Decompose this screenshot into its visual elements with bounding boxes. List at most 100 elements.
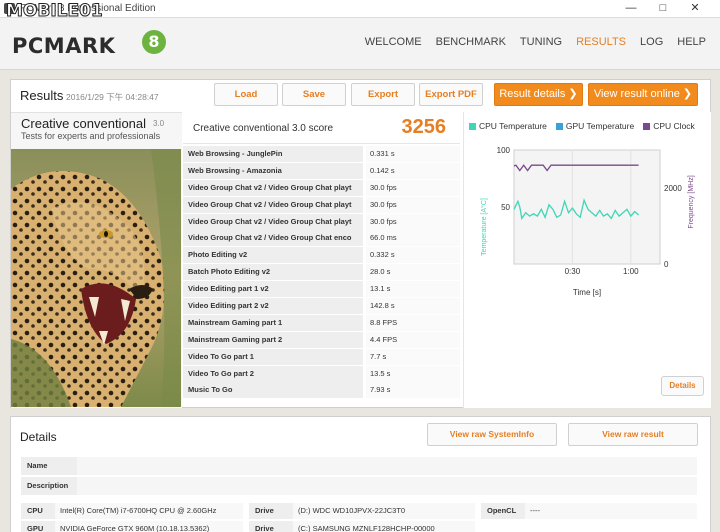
nav-help[interactable]: HELP — [677, 36, 706, 48]
test-value: 8.8 FPS — [366, 314, 460, 331]
logo-badge: 8 — [142, 30, 166, 54]
nav-log[interactable]: LOG — [640, 36, 663, 48]
result-details-button[interactable]: Result details ❯ — [494, 83, 583, 106]
test-value: 7.7 s — [366, 348, 460, 365]
leopard-image — [11, 149, 181, 407]
score-row: Creative conventional 3.0 score 3256 — [183, 112, 460, 144]
nav-welcome[interactable]: WELCOME — [365, 36, 422, 48]
legend-swatch — [469, 122, 476, 130]
minimize-button[interactable]: — — [620, 1, 642, 16]
opencl-label: OpenCL — [481, 503, 525, 519]
export-pdf-button[interactable]: Export PDF — [419, 83, 483, 106]
table-row: Batch Photo Editing v2 28.0 s — [183, 264, 460, 282]
y-axis-left-label: Temperature [A°C] — [480, 198, 488, 256]
monitoring-chart: Temperature [A°C] Frequency [MHz] Time [… — [480, 146, 695, 297]
legend-item[interactable]: CPU Clock — [643, 121, 695, 131]
load-button[interactable]: Load — [214, 83, 278, 106]
app-header: PCMARK 8 WELCOME BENCHMARK TUNING RESULT… — [0, 18, 720, 70]
test-value: 13.1 s — [366, 281, 460, 298]
view-online-button[interactable]: View result online ❯ — [588, 83, 698, 106]
legend-swatch — [643, 122, 651, 130]
nav-tuning[interactable]: TUNING — [520, 36, 562, 48]
chart-details-button[interactable]: Details — [661, 376, 704, 396]
table-row: Video Editing part 2 v2 142.8 s — [183, 298, 460, 315]
table-row: Video Editing part 1 v2 13.1 s — [183, 281, 460, 299]
description-field[interactable] — [77, 477, 697, 495]
legend-item[interactable]: CPU Temperature — [469, 121, 547, 131]
legend-swatch — [555, 122, 563, 130]
results-title: Results — [20, 88, 64, 103]
test-value: 0.332 s — [366, 247, 460, 264]
export-button[interactable]: Export — [351, 83, 415, 106]
x-axis-label: Time [s] — [573, 288, 601, 297]
table-row: Photo Editing v2 0.332 s — [183, 247, 460, 265]
table-row: Video Group Chat v2 / Video Group Chat p… — [183, 196, 460, 214]
test-value: 13.5 s — [366, 365, 460, 382]
gpu-value: NVIDIA GeForce GTX 960M (10.18.13.5362) — [55, 521, 243, 532]
test-value: 30.0 fps — [366, 196, 460, 213]
y-axis-right-label: Frequency [MHz] — [688, 175, 695, 228]
test-name: Mainstream Gaming part 2 — [183, 331, 363, 348]
legend-label: CPU Clock — [653, 121, 695, 131]
x-tick-label: 1:00 — [623, 267, 639, 276]
test-value: 0.331 s — [366, 146, 460, 162]
nav-results[interactable]: RESULTS — [576, 36, 626, 48]
drive-label: Drive — [249, 521, 293, 532]
results-panel: Results 2016/1/29 下午 04:28:47 Load Save … — [10, 79, 711, 408]
chart-legend: CPU Temperature GPU Temperature CPU Cloc… — [469, 121, 695, 131]
cpu-value: Intel(R) Core(TM) i7-6700HQ CPU @ 2.60GH… — [55, 503, 243, 519]
app-logo: PCMARK — [12, 34, 116, 58]
save-button[interactable]: Save — [282, 83, 346, 106]
table-row: Web Browsing - JunglePin 0.331 s — [183, 146, 460, 163]
view-systeminfo-button[interactable]: View raw SystemInfo — [427, 423, 557, 446]
drive-value: (D:) WDC WD10JPVX-22JC3T0 — [293, 503, 475, 519]
test-value: 4.4 FPS — [366, 331, 460, 348]
test-name: Video Editing part 1 v2 — [183, 281, 363, 298]
test-name: Video To Go part 2 — [183, 365, 363, 382]
preset-card: Creative conventional 3.0 Tests for expe… — [11, 112, 182, 408]
test-name: Video Group Chat v2 / Video Group Chat p… — [183, 213, 363, 230]
table-row: Video Group Chat v2 / Video Group Chat p… — [183, 179, 460, 197]
nav-benchmark[interactable]: BENCHMARK — [436, 36, 506, 48]
name-field[interactable] — [77, 457, 697, 475]
test-name: Video Group Chat v2 / Video Group Chat p… — [183, 196, 363, 213]
results-date: 2016/1/29 下午 04:28:47 — [66, 92, 159, 102]
test-name: Web Browsing - JunglePin — [183, 146, 363, 162]
legend-item[interactable]: GPU Temperature — [555, 121, 634, 131]
details-title: Details — [20, 430, 57, 444]
name-label: Name — [21, 457, 77, 475]
test-value: 30.0 fps — [366, 179, 460, 196]
table-row: Video Group Chat v2 / Video Group Chat p… — [183, 213, 460, 231]
maximize-button[interactable]: □ — [652, 1, 674, 16]
test-value: 142.8 s — [366, 298, 460, 315]
test-name: Photo Editing v2 — [183, 247, 363, 264]
y-left-tick-label: 50 — [501, 203, 510, 212]
drive-value: (C:) SAMSUNG MZNLF128HCHP-00000 — [293, 521, 475, 532]
test-value: 66.0 ms — [366, 230, 460, 247]
test-name: Video Editing part 2 v2 — [183, 298, 363, 315]
preset-version: 3.0 — [153, 119, 165, 128]
test-value: 0.142 s — [366, 162, 460, 179]
cpu-label: CPU — [21, 503, 55, 519]
details-panel: Details View raw SystemInfo View raw res… — [10, 416, 711, 532]
test-value: 28.0 s — [366, 264, 460, 281]
test-name: Video Group Chat v2 / Video Group Chat p… — [183, 179, 363, 196]
test-name: Web Browsing - Amazonia — [183, 162, 363, 179]
view-raw-result-button[interactable]: View raw result — [568, 423, 698, 446]
y-left-tick-label: 100 — [497, 146, 511, 155]
y-right-tick-label: 0 — [664, 260, 669, 269]
close-button[interactable]: ✕ — [684, 1, 706, 16]
y-right-tick-label: 2000 — [664, 184, 682, 193]
description-label: Description — [21, 477, 77, 495]
table-row: Mainstream Gaming part 1 8.8 FPS — [183, 314, 460, 332]
test-value: 7.93 s — [366, 382, 460, 399]
table-row: Video To Go part 2 13.5 s — [183, 365, 460, 383]
test-name: Mainstream Gaming part 1 — [183, 314, 363, 331]
x-tick-label: 0:30 — [565, 267, 581, 276]
table-row: Video To Go part 1 7.7 s — [183, 348, 460, 366]
table-row: Mainstream Gaming part 2 4.4 FPS — [183, 331, 460, 349]
table-row: Video Group Chat v2 / Video Group Chat e… — [183, 230, 460, 248]
table-row: Web Browsing - Amazonia 0.142 s — [183, 162, 460, 180]
test-name: Video Group Chat v2 / Video Group Chat e… — [183, 230, 363, 247]
test-name: Music To Go — [183, 382, 363, 399]
